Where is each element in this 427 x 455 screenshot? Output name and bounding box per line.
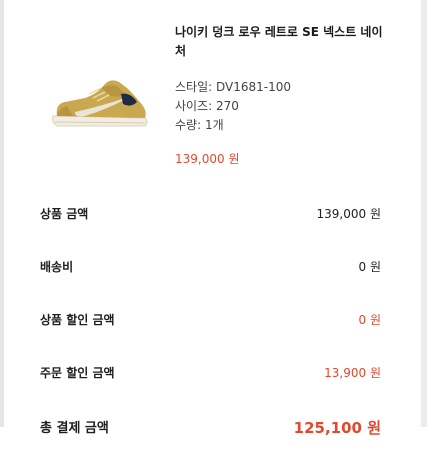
summary-row-product-amount: 상품 금액 139,000 원 <box>40 190 381 243</box>
summary-row-order-discount: 주문 할인 금액 13,900 원 <box>40 349 381 402</box>
summary-row-shipping: 배송비 0 원 <box>40 243 381 296</box>
product-image <box>45 72 155 140</box>
product-options: 스타일: DV1681-100 사이즈: 270 수량: 1개 <box>175 78 385 135</box>
product-name[interactable]: 나이키 덩크 로우 레트로 SE 넥스트 네이처 <box>175 23 385 61</box>
payment-summary: 상품 금액 139,000 원 배송비 0 원 상품 할인 금액 0 원 주문 … <box>40 190 381 455</box>
frame-border-left <box>0 0 4 427</box>
sneaker-image <box>52 80 148 127</box>
summary-row-product-discount: 상품 할인 금액 0 원 <box>40 296 381 349</box>
product-price: 139,000 원 <box>175 152 240 166</box>
product-style: 스타일: DV1681-100 <box>175 80 291 94</box>
summary-label: 상품 금액 <box>40 207 89 221</box>
summary-value: 0 원 <box>358 313 382 327</box>
product-size: 사이즈: 270 <box>175 99 239 113</box>
summary-value: 0 원 <box>358 260 382 274</box>
product-info: 나이키 덩크 로우 레트로 SE 넥스트 네이처 스타일: DV1681-100… <box>175 20 385 167</box>
summary-value: 139,000 원 <box>316 207 381 221</box>
summary-label: 배송비 <box>40 260 74 274</box>
scrollbar-track[interactable] <box>421 0 427 427</box>
product-quantity: 수량: 1개 <box>175 118 224 132</box>
summary-value: 13,900 원 <box>324 366 381 380</box>
total-amount: 125,100 원 <box>293 419 381 437</box>
summary-label: 상품 할인 금액 <box>40 313 115 327</box>
summary-label: 주문 할인 금액 <box>40 366 115 380</box>
summary-row-total: 총 결제 금액 125,100 원 <box>40 402 381 455</box>
order-product-card: 나이키 덩크 로우 레트로 SE 넥스트 네이처 스타일: DV1681-100… <box>45 20 385 170</box>
